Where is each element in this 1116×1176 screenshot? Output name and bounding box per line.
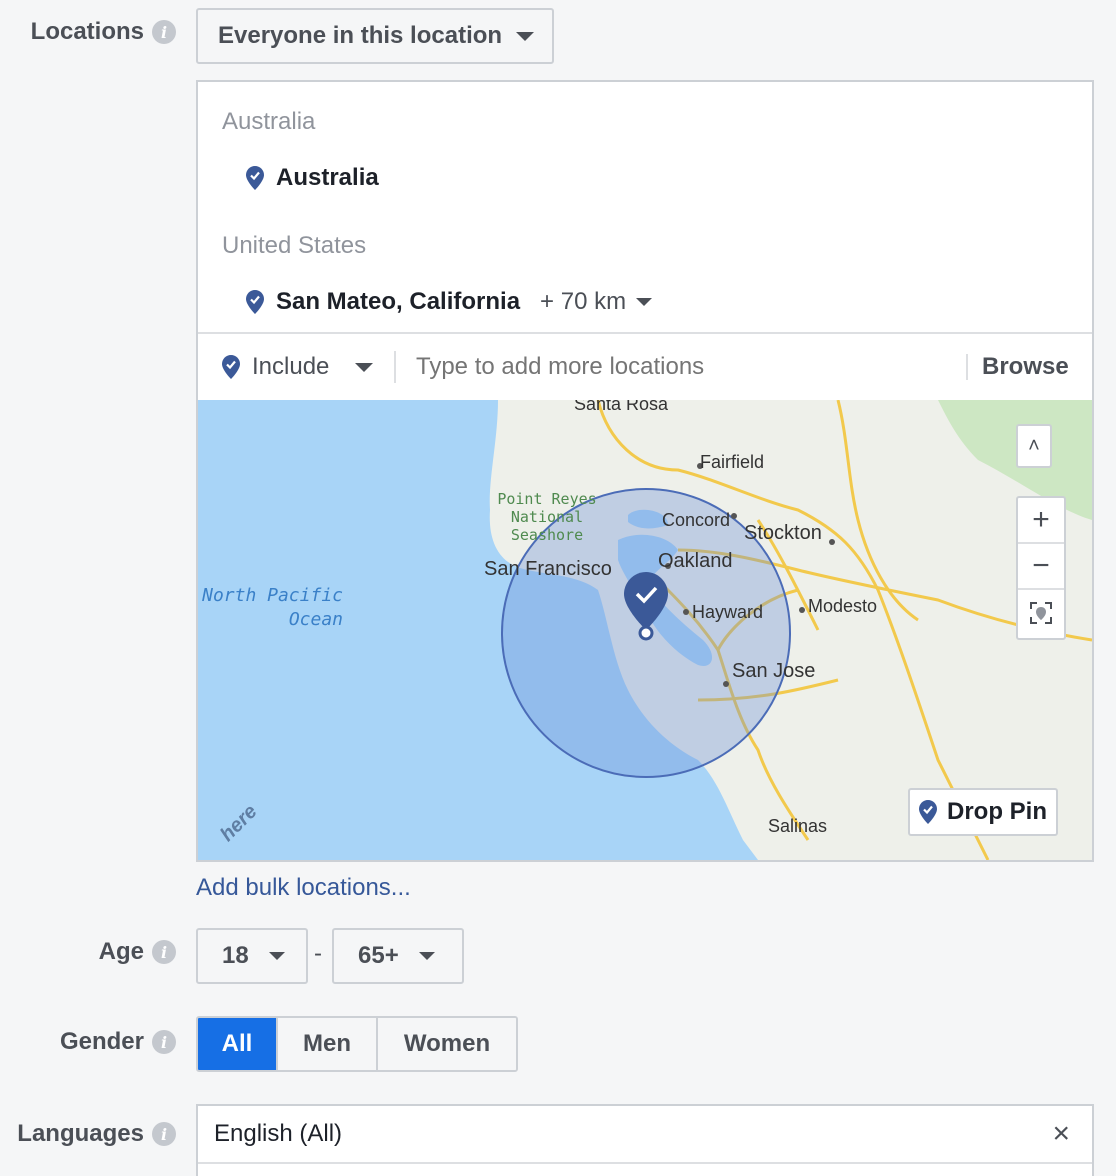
- clear-icon[interactable]: ×: [1052, 1117, 1070, 1151]
- map-place-label: Oakland: [658, 550, 733, 572]
- info-icon[interactable]: i: [152, 940, 176, 964]
- location-map[interactable]: Santa Rosa Fairfield Point Reyes Nationa…: [198, 400, 1092, 860]
- location-pin-icon: [919, 800, 937, 824]
- chevron-down-icon: [418, 952, 435, 960]
- gender-label-row: Gender i: [60, 1028, 176, 1056]
- map-place-label: Modesto: [808, 596, 878, 616]
- location-item[interactable]: San Mateo, California + 70 km: [246, 288, 653, 316]
- info-icon[interactable]: i: [152, 1030, 176, 1054]
- chevron-down-icon: [636, 298, 653, 306]
- include-label: Include: [252, 353, 330, 380]
- map-place-label: Point Reyes National Seashore: [497, 490, 597, 544]
- gender-option-women[interactable]: Women: [378, 1018, 516, 1070]
- drop-pin-label: Drop Pin: [947, 798, 1047, 825]
- add-bulk-locations-link[interactable]: Add bulk locations...: [196, 874, 411, 902]
- locations-label-row: Locations i: [31, 18, 176, 46]
- map-place-label: San Francisco: [484, 558, 612, 580]
- info-icon[interactable]: i: [152, 20, 176, 44]
- audience-dropdown-label: Everyone in this location: [218, 22, 503, 49]
- gender-option-all[interactable]: All: [198, 1018, 278, 1070]
- drop-pin-button[interactable]: Drop Pin: [908, 788, 1058, 836]
- locations-label: Locations: [30, 18, 144, 45]
- country-group-label: Australia: [222, 108, 316, 135]
- languages-label-row: Languages i: [17, 1120, 176, 1148]
- location-name: San Mateo, California: [276, 288, 521, 315]
- location-name: Australia: [276, 164, 379, 191]
- radius-dropdown[interactable]: + 70 km: [540, 288, 653, 316]
- language-value: English (All): [214, 1120, 343, 1147]
- gender-selector: All Men Women: [196, 1016, 518, 1072]
- gender-option-men[interactable]: Men: [278, 1018, 378, 1070]
- map-place-label: Salinas: [768, 816, 828, 836]
- age-min-dropdown[interactable]: 18: [196, 928, 308, 984]
- map-place-label: North Pacific Ocean: [202, 585, 343, 630]
- location-item[interactable]: Australia: [246, 164, 379, 192]
- age-min-value: 18: [222, 942, 249, 969]
- gender-label: Gender: [59, 1028, 144, 1055]
- location-panel: Australia Australia United States San Ma…: [196, 80, 1094, 862]
- include-dropdown[interactable]: Include: [222, 351, 396, 383]
- map-place-label: Santa Rosa: [574, 400, 669, 414]
- age-separator: -: [314, 940, 322, 967]
- location-search-row: Include Browse: [198, 332, 1092, 400]
- age-max-value: 65+: [358, 942, 399, 969]
- map-place-label: Hayward: [692, 602, 764, 622]
- language-token: English (All) ×: [198, 1106, 1092, 1164]
- info-icon[interactable]: i: [152, 1122, 176, 1146]
- radius-value: + 70 km: [540, 288, 627, 315]
- recenter-button[interactable]: [1018, 590, 1064, 636]
- country-group-label: United States: [222, 232, 367, 259]
- zoom-in-button[interactable]: +: [1018, 498, 1064, 544]
- age-label: Age: [98, 938, 144, 965]
- map-collapse-button[interactable]: ˄: [1016, 424, 1052, 468]
- languages-box[interactable]: English (All) ×: [196, 1104, 1094, 1176]
- map-place-label: San Jose: [732, 660, 816, 682]
- locate-icon: [1030, 602, 1052, 624]
- age-label-row: Age i: [99, 938, 176, 966]
- map-place-label: Fairfield: [700, 452, 765, 472]
- divider: [966, 354, 968, 380]
- audience-dropdown[interactable]: Everyone in this location: [196, 8, 554, 64]
- location-pin-icon: [246, 290, 264, 314]
- map-place-label: Stockton: [744, 522, 822, 544]
- languages-label: Languages: [17, 1120, 144, 1147]
- chevron-down-icon: [268, 952, 285, 960]
- age-max-dropdown[interactable]: 65+: [332, 928, 464, 984]
- zoom-out-button[interactable]: −: [1018, 544, 1064, 590]
- map-place-label: Concord: [662, 510, 731, 530]
- chevron-down-icon: [516, 31, 535, 41]
- browse-button[interactable]: Browse: [982, 353, 1069, 381]
- location-pin-icon: [246, 166, 264, 190]
- location-search-input[interactable]: [416, 353, 966, 381]
- chevron-down-icon: [355, 362, 374, 372]
- zoom-controls: + −: [1016, 496, 1066, 640]
- location-pin-icon: [222, 355, 240, 379]
